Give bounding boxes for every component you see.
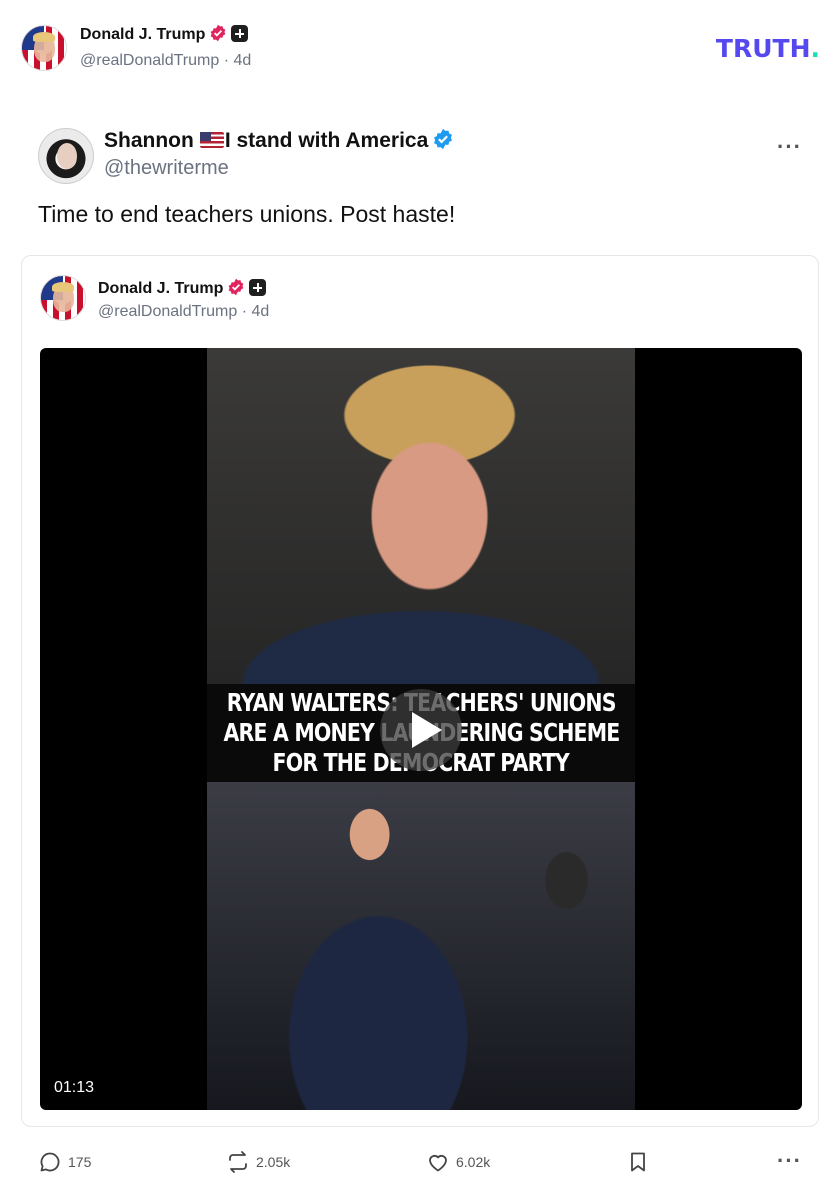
post-time: · 4d (223, 52, 252, 69)
quoted-author-name[interactable]: Shannon I stand with America (104, 128, 454, 153)
like-button[interactable]: 6.02k (426, 1150, 490, 1174)
verified-badge-icon (432, 128, 454, 150)
quoted-author-handle[interactable]: @thewriterme (104, 157, 229, 180)
retruth-icon (229, 1151, 247, 1173)
reply-icon (40, 1152, 60, 1172)
embedded-post[interactable]: Donald J. Trump @realDonaldTrump · 4d RY… (21, 255, 819, 1127)
embed-author-handle[interactable]: @realDonaldTrump (98, 303, 237, 320)
video-duration: 01:13 (54, 1079, 95, 1096)
post-text: Time to end teachers unions. Post haste! (38, 201, 456, 227)
premium-badge-icon (231, 25, 249, 42)
embed-post-time: · 4d (241, 303, 270, 320)
author-info: Donald J. Trump @realDonaldTrump · 4d (80, 24, 251, 70)
like-count: 6.02k (456, 1154, 491, 1170)
bookmark-icon (631, 1152, 645, 1172)
action-bar: 175 2.05k 6.02k ··· (0, 1140, 840, 1184)
video-player[interactable]: RYAN WALTERS: TEACHERS' UNIONS ARE A MON… (40, 348, 802, 1110)
author-avatar[interactable] (21, 25, 67, 71)
embed-author-handle-row: @realDonaldTrump · 4d (98, 303, 269, 321)
verified-badge-icon (209, 24, 227, 42)
more-options-button[interactable]: ··· (777, 1148, 802, 1174)
author-name[interactable]: Donald J. Trump (80, 26, 205, 43)
post-header: Donald J. Trump @realDonaldTrump · 4d TR… (0, 0, 840, 100)
reply-button[interactable]: 175 (38, 1150, 91, 1174)
truth-social-logo[interactable]: TRUTH. (716, 34, 820, 63)
us-flag-icon (199, 132, 224, 148)
video-frame-bottom (207, 782, 635, 1110)
quoted-author-avatar[interactable] (38, 128, 94, 184)
embed-author-name[interactable]: Donald J. Trump (98, 280, 223, 297)
author-handle[interactable]: @realDonaldTrump (80, 52, 219, 69)
play-button[interactable] (380, 689, 462, 771)
verified-badge-icon (227, 278, 245, 296)
heart-icon (429, 1154, 447, 1172)
embed-author-name-row: Donald J. Trump (98, 278, 267, 298)
more-options-button[interactable]: ··· (777, 134, 802, 160)
author-handle-row: @realDonaldTrump · 4d (80, 52, 251, 70)
retruth-count: 2.05k (256, 1154, 291, 1170)
video-frame-top (207, 348, 635, 684)
retruth-button[interactable]: 2.05k (226, 1150, 290, 1174)
reply-count: 175 (68, 1154, 92, 1170)
bookmark-button[interactable] (626, 1150, 656, 1174)
embed-author-avatar[interactable] (40, 275, 86, 321)
premium-badge-icon (249, 279, 267, 296)
